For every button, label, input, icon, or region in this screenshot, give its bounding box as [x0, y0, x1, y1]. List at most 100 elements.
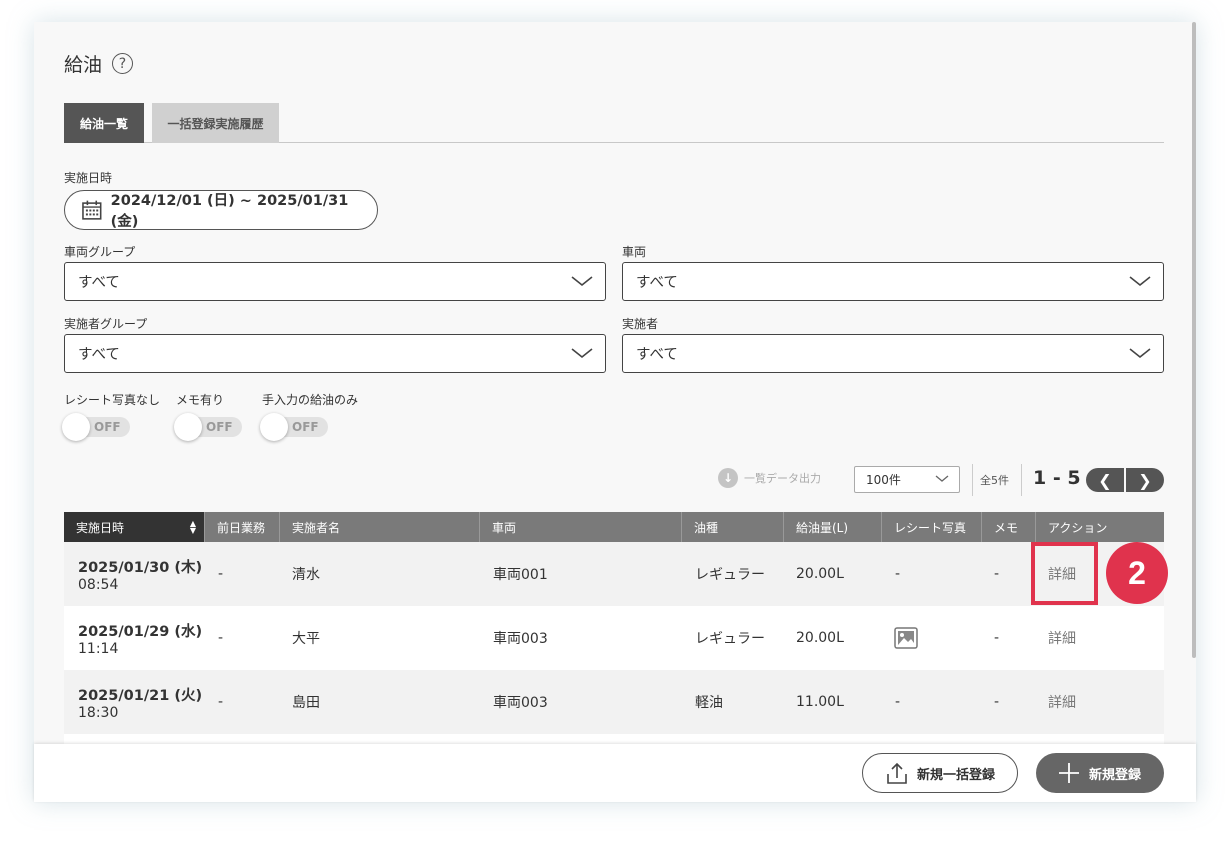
next-page-button[interactable]: ❯: [1126, 468, 1164, 492]
table-row: 2025/01/30 (木) 08:54 - 清水 車両001 レギュラー 20…: [64, 542, 1164, 606]
toggle-knob: [174, 413, 202, 441]
operator-cell: 島田: [292, 695, 320, 711]
vehicle-group-value: すべて: [78, 275, 120, 291]
toggle-has-memo[interactable]: OFF: [174, 413, 244, 441]
vehicle-select[interactable]: すべて: [622, 262, 1164, 301]
header-receipt: レシート写真: [881, 512, 981, 542]
table-header: 実施日時 ▲ ▼ 前日業務 実施者名 車両 油種 給油量(L) レシート写真 メモ…: [64, 512, 1164, 542]
vehicle-cell: 車両003: [493, 631, 548, 647]
chevron-down-icon: [571, 348, 593, 359]
fuel-type-cell: レギュラー: [695, 631, 765, 647]
fuel-type-cell: 軽油: [695, 695, 723, 711]
main-panel: 給油 ? 給油一覧 一括登録実施履歴 実施日時 2024/12/01 (日) ~…: [34, 22, 1196, 802]
operator-group-value: すべて: [78, 347, 120, 363]
prev-work-cell: -: [218, 694, 224, 710]
header-operator: 実施者名: [279, 512, 479, 542]
export-button[interactable]: ↓ 一覧データ出力: [718, 468, 821, 488]
date-cell: 2025/01/21 (火) 18:30: [78, 670, 202, 734]
toggle-knob: [62, 413, 90, 441]
vehicle-cell: 車両001: [493, 567, 548, 583]
operator-group-select[interactable]: すべて: [64, 334, 606, 373]
amount-cell: 20.00L: [796, 630, 844, 646]
image-icon[interactable]: [894, 627, 918, 649]
header-date[interactable]: 実施日時 ▲ ▼: [64, 512, 204, 542]
vehicle-value: すべて: [636, 275, 678, 291]
prev-page-button[interactable]: ❮: [1086, 468, 1124, 492]
plus-icon: [1058, 763, 1079, 783]
header-memo: メモ: [981, 512, 1035, 542]
total-count: 全5件: [980, 474, 1009, 487]
per-page-select[interactable]: 100件: [854, 466, 960, 493]
header-prev-work: 前日業務: [204, 512, 279, 542]
header-amount: 給油量(L): [783, 512, 881, 542]
vehicle-group-label: 車両グループ: [64, 245, 136, 259]
row-time: 18:30: [78, 704, 119, 721]
header-date-label: 実施日時: [76, 520, 125, 535]
chevron-down-icon: [935, 475, 949, 482]
toggle-state: OFF: [206, 420, 233, 434]
download-icon: ↓: [718, 468, 738, 488]
vehicle-group-select[interactable]: すべて: [64, 262, 606, 301]
chevron-down-icon: [1129, 348, 1151, 359]
sort-icon[interactable]: ▲ ▼: [190, 520, 196, 535]
memo-cell: -: [994, 630, 1000, 646]
operator-cell: 大平: [292, 631, 320, 647]
toggle-manual-only-label: 手入力の給油のみ: [262, 393, 359, 407]
bulk-register-label: 新規一括登録: [916, 767, 995, 783]
help-icon[interactable]: ?: [112, 53, 134, 74]
amount-cell: 20.00L: [796, 566, 844, 582]
new-register-button[interactable]: 新規登録: [1036, 753, 1164, 793]
divider: [1021, 464, 1022, 496]
date-range-picker[interactable]: 2024/12/01 (日) ~ 2025/01/31 (金): [64, 190, 378, 230]
toggle-knob: [260, 413, 288, 441]
toggle-manual-only[interactable]: OFF: [260, 413, 330, 441]
chevron-down-icon: [571, 276, 593, 287]
row-date: 2025/01/30 (木): [78, 559, 203, 576]
page-range: 1 - 5: [1033, 467, 1081, 489]
table-row: 2025/01/29 (水) 11:14 - 大平 車両003 レギュラー 20…: [64, 606, 1164, 670]
header-action: アクション: [1035, 512, 1164, 542]
date-cell: 2025/01/29 (水) 11:14: [78, 606, 202, 670]
page-header: 給油 ?: [64, 50, 134, 77]
operator-cell: 清水: [292, 567, 320, 583]
operator-group-label: 実施者グループ: [64, 317, 148, 331]
tab-bulk-history[interactable]: 一括登録実施履歴: [152, 103, 279, 143]
bulk-register-button[interactable]: 新規一括登録: [862, 753, 1018, 793]
header-vehicle: 車両: [479, 512, 681, 542]
chevron-down-icon: [1129, 276, 1151, 287]
receipt-cell: -: [895, 694, 901, 710]
prev-work-cell: -: [218, 630, 224, 646]
memo-cell: -: [994, 694, 1000, 710]
row-date: 2025/01/21 (火): [78, 687, 203, 704]
operator-select[interactable]: すべて: [622, 334, 1164, 373]
vehicle-cell: 車両003: [493, 695, 548, 711]
toggle-state: OFF: [292, 420, 319, 434]
detail-link[interactable]: 詳細: [1048, 606, 1076, 670]
toggle-has-memo-label: メモ有り: [176, 393, 225, 407]
step-badge: 2: [1106, 542, 1168, 604]
detail-link[interactable]: 詳細: [1048, 670, 1076, 734]
operator-label: 実施者: [622, 317, 659, 331]
step-highlight-box: [1031, 542, 1098, 605]
tab-fuel-list[interactable]: 給油一覧: [64, 103, 144, 143]
fuel-type-cell: レギュラー: [695, 567, 765, 583]
row-time: 08:54: [78, 576, 119, 593]
date-cell: 2025/01/30 (木) 08:54: [78, 542, 202, 606]
receipt-cell: -: [895, 566, 901, 582]
page-title: 給油: [64, 54, 103, 76]
tab-bar: 給油一覧 一括登録実施履歴: [64, 103, 1164, 143]
toggle-state: OFF: [94, 420, 121, 434]
upload-icon: [887, 762, 907, 784]
divider: [972, 464, 973, 496]
vehicle-label: 車両: [622, 245, 647, 259]
export-label: 一覧データ出力: [744, 472, 821, 485]
calendar-icon: [82, 200, 102, 220]
header-fuel-type: 油種: [681, 512, 783, 542]
date-range-text: 2024/12/01 (日) ~ 2025/01/31 (金): [110, 193, 349, 230]
prev-work-cell: -: [218, 566, 224, 582]
vertical-scrollbar[interactable]: [1192, 22, 1196, 658]
per-page-value: 100件: [866, 473, 901, 487]
toggle-no-receipt[interactable]: OFF: [62, 413, 132, 441]
amount-cell: 11.00L: [796, 694, 844, 710]
receipt-cell: [894, 606, 918, 670]
